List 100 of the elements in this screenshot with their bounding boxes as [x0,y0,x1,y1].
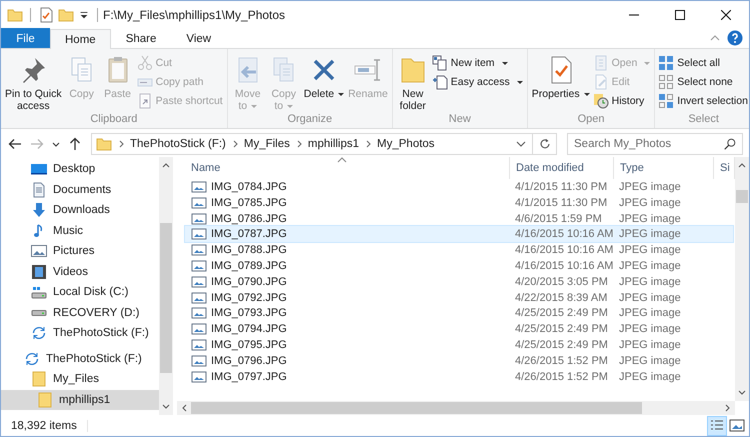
document-icon [592,55,609,71]
film-icon [31,264,47,280]
sidebar-item[interactable]: Videos [1,262,159,282]
ribbon-button[interactable]: History [592,92,652,110]
tree-item[interactable]: mphillips1 [1,390,159,410]
sidebar-item[interactable]: Downloads [1,200,159,220]
file-name: IMG_0793.JPG [211,307,287,320]
file-name: IMG_0797.JPG [211,370,287,383]
ribbon-button[interactable]: Pin to Quick access [4,52,63,113]
sidebar-item[interactable]: RECOVERY (D:) [1,302,159,323]
scissors-icon [136,55,153,71]
horizontal-scrollbar[interactable] [177,401,735,415]
image-file-icon [191,274,207,290]
vertical-scrollbar[interactable] [735,157,749,401]
type-cell-text: JPEG image [619,244,682,256]
image-file-icon [191,194,207,211]
shortcut-icon [136,93,153,109]
ribbon-button[interactable]: Select all [658,54,749,72]
column-header[interactable]: Name [177,157,510,179]
grid-icon [658,93,674,109]
type-cell-text: JPEG image [619,370,682,383]
scrollbar-thumb[interactable] [191,402,642,414]
sidebar-item[interactable]: Local Disk (C:) [1,282,159,302]
tree-item[interactable]: My_Files [1,369,159,390]
scrollbar-thumb[interactable] [736,190,748,203]
image-file-icon [191,226,207,242]
close-icon [721,10,731,20]
file-row[interactable]: IMG_0789.JPG 4/16/2015 10:16 AM JPEG image [185,258,733,274]
ribbon-tab[interactable]: Share [110,28,172,48]
file-row[interactable]: IMG_0793.JPG 4/25/2015 2:49 PM JPEG image [185,305,733,322]
ribbon-button[interactable]: New item [432,54,524,72]
file-row[interactable]: IMG_0795.JPG 4/25/2015 2:49 PM JPEG image [185,336,733,353]
file-row[interactable]: IMG_0786.JPG 4/6/2015 1:59 PM JPEG image [185,210,733,226]
sidebar-item[interactable]: ThePhotoStick (F:) [1,323,159,344]
file-name: IMG_0792.JPG [211,292,287,304]
type-cell-text: JPEG image [619,181,682,193]
ribbon-button[interactable]: New folder [396,52,430,113]
file-row[interactable]: IMG_0784.JPG 4/1/2015 11:30 PM JPEG image [185,179,733,195]
group-label: Select [687,113,720,127]
item-count: 18,392 items [5,420,88,432]
breadcrumb[interactable]: My_Files [244,138,290,150]
column-header[interactable]: Date modified [510,157,614,179]
image-file-icon [191,290,207,306]
ribbon-button[interactable]: Properties [530,52,591,113]
file-row[interactable]: IMG_0788.JPG 4/16/2015 10:16 AM JPEG image [185,242,733,258]
vertical-scrollbar[interactable] [159,157,173,415]
column-header[interactable]: Type [614,157,714,179]
sidebar-item[interactable]: Pictures [1,241,159,262]
date-cell-text: 4/1/2015 11:30 PM [515,196,608,209]
breadcrumb[interactable]: mphillips1 [308,138,360,150]
date-cell-text: 4/25/2015 2:49 PM [515,323,609,336]
file-row[interactable]: IMG_0792.JPG 4/22/2015 8:39 AM JPEG image [185,290,733,306]
file-row[interactable]: IMG_0794.JPG 4/25/2015 2:49 PM JPEG image [185,321,733,337]
scrollbar-thumb[interactable] [160,223,172,373]
sidebar-item[interactable]: Music [1,220,159,241]
breadcrumb[interactable]: ThePhotoStick (F:) [130,138,226,150]
ribbon-button[interactable]: Select none [658,73,749,91]
file-name: IMG_0784.JPG [211,181,287,193]
ribbon-button[interactable]: Delete [302,52,346,113]
type-cell-text: JPEG image [619,354,682,367]
circular-arrows-icon [24,350,40,367]
sidebar-item[interactable]: Desktop [1,159,159,180]
image-file-icon [191,321,207,338]
file-row[interactable]: IMG_0797.JPG 4/26/2015 1:52 PM JPEG image [185,368,733,384]
group-label: Clipboard [89,113,138,127]
search-icon [723,137,737,151]
image-file-icon [191,179,207,195]
clock-icon [592,93,609,109]
search-field[interactable]: Search My_Photos [567,133,743,155]
image-file-icon [191,336,207,353]
picture-icon [31,243,47,260]
group-label: New [448,113,472,127]
large-icons-view-icon [729,418,745,434]
file-row[interactable]: IMG_0785.JPG 4/1/2015 11:30 PM JPEG image [185,194,733,211]
group-label: Organize [286,113,334,127]
down-arrow-icon [31,202,47,218]
refresh-icon [538,137,552,151]
ribbon-button[interactable]: Easy access [432,73,524,91]
sidebar-item[interactable]: Documents [1,180,159,200]
help-icon [727,30,743,46]
breadcrumb[interactable]: My_Photos [377,138,435,150]
image-file-icon [191,210,207,227]
chevron-right-icon [364,139,372,149]
file-row[interactable]: IMG_0787.JPG 4/16/2015 10:16 AM JPEG image [185,226,733,242]
date-cell-text: 4/1/2015 11:30 PM [515,181,608,193]
view-button[interactable] [707,416,727,436]
chevron-right-icon [117,139,125,149]
ribbon-tab[interactable]: File [1,28,50,48]
ribbon-button[interactable]: Invert selection [658,92,749,110]
file-row[interactable]: IMG_0796.JPG 4/26/2015 1:52 PM JPEG image [185,352,733,369]
date-cell-text: 4/26/2015 1:52 PM [515,354,609,367]
ribbon-tab[interactable]: Home [50,29,111,49]
document-plus-icon [432,74,448,90]
tree-item[interactable]: ThePhotoStick (F:) [1,348,159,369]
image-file-icon [191,258,207,274]
file-row[interactable]: IMG_0790.JPG 4/20/2015 3:05 PM JPEG image [185,274,733,290]
ribbon-tab[interactable]: View [171,28,226,48]
date-cell-text: 4/16/2015 10:16 AM [515,260,614,272]
chevron-right-icon [230,139,239,149]
address-bar[interactable]: ThePhotoStick (F:) My_Files mphillips1 My_Photos [91,133,557,155]
